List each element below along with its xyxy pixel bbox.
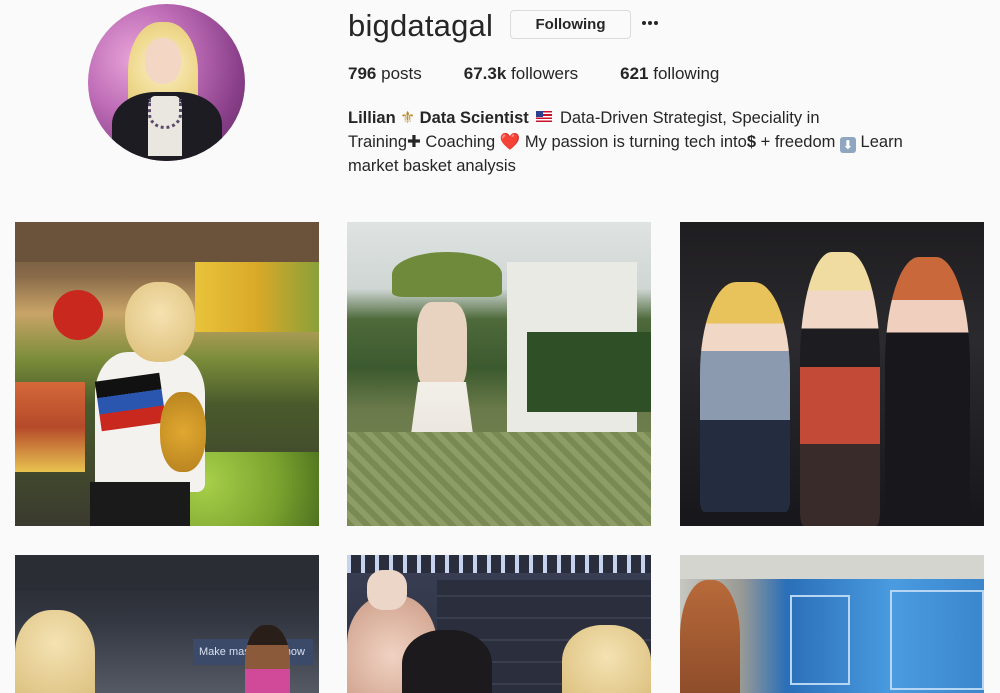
post-tile-selfie[interactable] [347,555,651,693]
bio-line-3: market basket analysis [348,157,516,175]
posts-stat: 796 posts [348,64,422,84]
man-pink-shirt [245,625,290,693]
booth-screen [790,595,850,685]
blonde-woman [15,610,95,693]
posts-count: 796 [348,64,377,83]
plus-icon: ✚ [407,133,421,151]
bio-name: Lillian [348,109,396,127]
woman-left [700,282,790,512]
bio-line-2: Training✚ Coaching ❤️ My passion is turn… [348,130,948,154]
followers-stat[interactable]: 67.3k followers [464,64,578,84]
post-tile-market[interactable] [15,222,319,526]
market-roof [15,222,319,262]
pineapple [160,392,206,472]
bio-training: Training [348,133,407,151]
woman-skirt [90,482,190,526]
profile-bio: Lillian ⚜ Data Scientist Data-Driven Str… [348,106,948,178]
ceiling [15,555,319,591]
face-center-hair [402,630,492,693]
down-arrow-icon: ⬇ [839,137,856,153]
post-tile-umbrella[interactable] [347,222,651,526]
profile-avatar [88,4,245,161]
woman-hair [125,282,195,362]
bio-passion: My passion is turning tech into [524,133,747,151]
avatar-face [145,38,181,84]
avatar-necklace [148,99,182,129]
posts-label: posts [381,64,422,83]
post-tile-conference[interactable]: Make massive now [15,555,319,693]
us-flag-icon [536,111,553,122]
fleur-de-lis-icon: ⚜ [400,109,416,127]
woman-center [800,252,880,526]
followers-label: followers [511,64,579,83]
following-count: 621 [620,64,649,83]
fruit-stand [15,382,85,472]
bio-line-1: Lillian ⚜ Data Scientist Data-Driven Str… [348,106,948,130]
woman-red-hair [680,580,740,693]
followers-count: 67.3k [463,64,507,83]
shirt-print [94,372,167,432]
grass-path [347,432,651,526]
bio-learn: Learn [860,133,903,151]
bio-freedom: + freedom [760,133,836,151]
post-tile-group[interactable] [680,222,984,526]
bananas [195,262,319,332]
bio-title: Data Scientist [419,109,529,127]
following-label: following [653,64,720,83]
following-stat[interactable]: 621 following [620,64,719,84]
booth-ceiling [680,555,984,579]
profile-stats: 796 posts 67.3k followers 621 following [348,64,761,84]
post-tile-booth[interactable] [680,555,984,693]
face-right [562,625,651,693]
umbrella [392,252,502,297]
following-button[interactable]: Following [510,10,631,39]
child-hat [53,290,103,340]
bio-line-1-text: Data-Driven Strategist, Speciality in [559,109,820,127]
dollar-icon: $ [746,133,757,151]
booth-screen-2 [890,590,984,690]
raised-hand [367,570,407,610]
profile-username: bigdatagal [348,8,494,43]
woman-right [885,257,970,526]
more-options-icon[interactable] [640,10,660,36]
hedge [527,332,651,412]
bio-coaching: Coaching [425,133,496,151]
heart-icon: ❤️ [499,133,521,151]
woman-back [417,302,467,392]
